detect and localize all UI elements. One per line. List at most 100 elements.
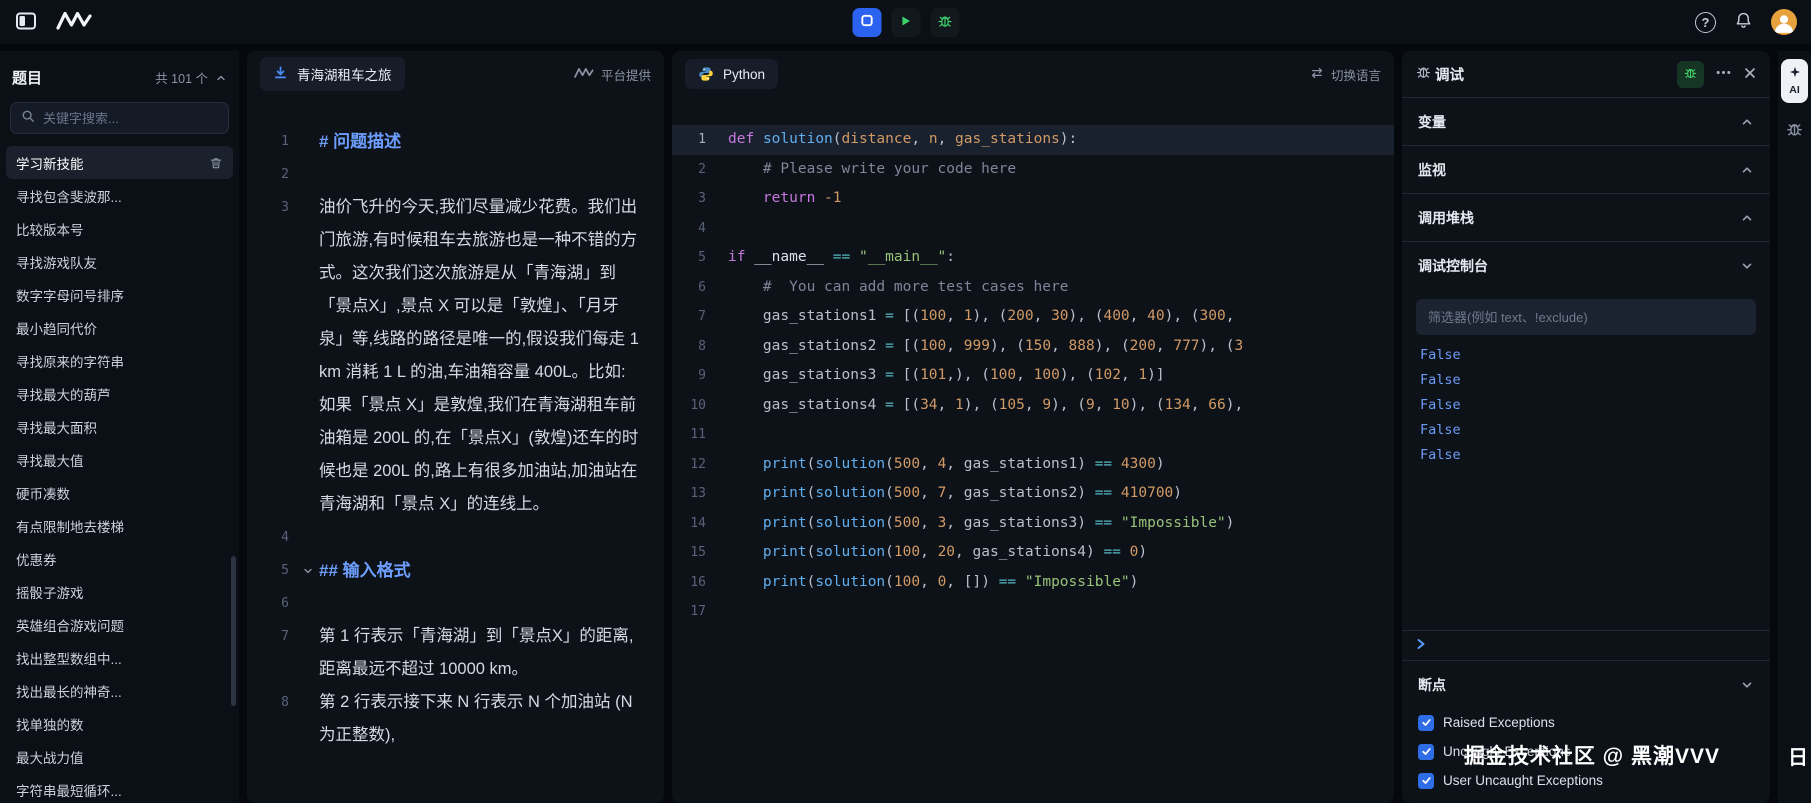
close-button[interactable]	[1743, 66, 1757, 83]
breakpoints-title: 断点	[1418, 676, 1446, 693]
language-tab[interactable]: Python	[685, 59, 779, 89]
debug-run-button[interactable]	[930, 7, 959, 37]
breakpoint-item[interactable]: User Uncaught Exceptions	[1402, 766, 1770, 795]
console-filter-input[interactable]	[1416, 299, 1756, 335]
breakpoint-item[interactable]: Uncaught Exceptions	[1402, 737, 1770, 766]
code-line[interactable]: 16 print(solution(100, 0, []) == "Imposs…	[672, 568, 1394, 598]
code-view[interactable]: 1 def solution(distance, n, gas_stations)…	[672, 97, 1394, 803]
breakpoint-label: Raised Exceptions	[1443, 715, 1555, 730]
code-text: gas_stations3 = [(101,), (100, 100), (10…	[728, 367, 1165, 383]
search-input[interactable]	[43, 110, 219, 126]
code-line[interactable]: 8 gas_stations2 = [(100, 999), (150, 888…	[672, 332, 1394, 362]
sidebar-item[interactable]: 硬币凑数	[6, 476, 233, 509]
code-text: gas_stations4 = [(34, 1), (105, 9), (9, …	[728, 396, 1244, 413]
console-value: False	[1420, 422, 1461, 438]
debug-section-call-stack[interactable]: 调用堆栈	[1402, 193, 1770, 241]
breakpoint-item[interactable]: Raised Exceptions	[1402, 708, 1770, 737]
delete-icon[interactable]	[209, 156, 223, 170]
run-button[interactable]	[891, 7, 920, 37]
code-line[interactable]: 9 gas_stations3 = [(101,), (100, 100), (…	[672, 361, 1394, 391]
sidebar-item[interactable]: 学习新技能	[6, 146, 233, 179]
code-line[interactable]: 17	[672, 597, 1394, 627]
help-icon: ?	[1701, 14, 1710, 30]
line-number: 16	[690, 574, 706, 590]
switch-language-button[interactable]: 切换语言	[1310, 65, 1381, 84]
sidebar-item[interactable]: 找出整型数组中...	[6, 641, 233, 674]
sidebar-item[interactable]: 最小趋同代价	[6, 311, 233, 344]
sidebar-item[interactable]: 有点限制地去楼梯	[6, 509, 233, 542]
sidebar-item[interactable]: 优惠券	[6, 542, 233, 575]
sidebar-item[interactable]: 英雄组合游戏问题	[6, 608, 233, 641]
markdown-empty	[319, 158, 664, 191]
debug-sections: 变量 监视调用堆栈调试控制台	[1402, 97, 1770, 289]
sidebar-item[interactable]: 比较版本号	[6, 212, 233, 245]
debug-session-button[interactable]	[1677, 60, 1704, 88]
code-text: print(solution(500, 4, gas_stations1) ==…	[762, 455, 1165, 472]
avatar[interactable]	[1771, 9, 1797, 35]
console-value: False	[1420, 372, 1461, 388]
help-button[interactable]: ?	[1695, 11, 1716, 33]
markdown-h2: ## 输入格式	[319, 561, 411, 580]
code-line[interactable]: 13 print(solution(500, 7, gas_stations2)…	[672, 479, 1394, 509]
code-text: # Please write your code here	[762, 160, 1017, 177]
code-line[interactable]: 6 # You can add more test cases here	[672, 273, 1394, 303]
bug-icon	[1785, 119, 1804, 141]
code-line[interactable]: 3 return -1	[672, 184, 1394, 214]
code-line[interactable]: 15 print(solution(100, 20, gas_stations4…	[672, 538, 1394, 568]
sidebar-item[interactable]: 寻找原来的字符串	[6, 344, 233, 377]
console-input-row[interactable]	[1402, 630, 1770, 660]
code-line[interactable]: 14 print(solution(500, 3, gas_stations3)…	[672, 509, 1394, 539]
sidebar-item[interactable]: 寻找最大的葫芦	[6, 377, 233, 410]
code-line[interactable]: 5 if __name__ == "__main__":	[672, 243, 1394, 273]
stop-button[interactable]	[852, 7, 881, 37]
debug-section-watch[interactable]: 监视	[1402, 145, 1770, 193]
sidebar-item-label: 寻找游戏队友	[16, 255, 97, 271]
code-line[interactable]: 4	[672, 214, 1394, 244]
problem-count[interactable]: 共 101 个	[155, 68, 227, 87]
line-number: 6	[698, 279, 706, 295]
section-label: 调用堆栈	[1418, 209, 1474, 226]
markdown-h1: # 问题描述	[319, 132, 402, 151]
sidebar-item[interactable]: 最大战力值	[6, 740, 233, 773]
sidebar-item[interactable]: 找出最长的神奇...	[6, 674, 233, 707]
sidebar-item[interactable]: 摇骰子游戏	[6, 575, 233, 608]
breakpoints-section[interactable]: 断点	[1402, 660, 1770, 708]
sidebar-item[interactable]: 字符串最短循环...	[6, 773, 233, 803]
code-line[interactable]: 12 print(solution(500, 4, gas_stations1)…	[672, 450, 1394, 480]
fold-chevron-icon[interactable]	[297, 554, 319, 587]
sidebar-item[interactable]: 寻找最大面积	[6, 410, 233, 443]
sidebar-item[interactable]: 数字字母问号排序	[6, 278, 233, 311]
checkbox-checked[interactable]	[1418, 772, 1434, 789]
code-line[interactable]: 11	[672, 420, 1394, 450]
sidebar-item-label: 找单独的数	[16, 717, 84, 733]
more-button[interactable]	[1715, 64, 1732, 84]
ai-assistant-button[interactable]: AI	[1781, 59, 1808, 103]
line-number: 7	[698, 309, 706, 324]
sidebar-toggle-button[interactable]	[14, 9, 38, 36]
line-number: 3	[281, 200, 289, 215]
sidebar: 题目 共 101 个 学习新技能寻找包含斐波那... 比较版本号寻找游戏队友数字字…	[0, 51, 239, 803]
sidebar-item[interactable]: 寻找包含斐波那...	[6, 179, 233, 212]
sidebar-item-label: 寻找最大值	[16, 453, 84, 469]
code-line[interactable]: 2 # Please write your code here	[672, 155, 1394, 185]
checkbox-checked[interactable]	[1418, 714, 1434, 731]
checkbox-checked[interactable]	[1418, 743, 1434, 760]
breakpoint-label: User Uncaught Exceptions	[1443, 773, 1603, 788]
code-line[interactable]: 10 gas_stations4 = [(34, 1), (105, 9), (…	[672, 391, 1394, 421]
notifications-button[interactable]	[1734, 11, 1753, 33]
rail-debug-button[interactable]	[1785, 119, 1804, 141]
debug-section-variables[interactable]: 变量	[1402, 97, 1770, 145]
sidebar-item[interactable]: 寻找游戏队友	[6, 245, 233, 278]
sidebar-item[interactable]: 找单独的数	[6, 707, 233, 740]
sidebar-item-label: 找出整型数组中...	[16, 651, 122, 667]
line-number: 8	[281, 695, 289, 710]
scrollbar-thumb[interactable]	[231, 556, 236, 706]
code-line[interactable]: 7 gas_stations1 = [(100, 1), (200, 30), …	[672, 302, 1394, 332]
problem-tab[interactable]: 青海湖租车之旅	[260, 57, 405, 91]
sidebar-item[interactable]: 寻找最大值	[6, 443, 233, 476]
debug-section-debug-console[interactable]: 调试控制台	[1402, 241, 1770, 289]
code-line[interactable]: 1 def solution(distance, n, gas_stations)…	[672, 125, 1394, 155]
line-number: 12	[690, 456, 706, 472]
console-area: False False False False False	[1402, 289, 1770, 468]
